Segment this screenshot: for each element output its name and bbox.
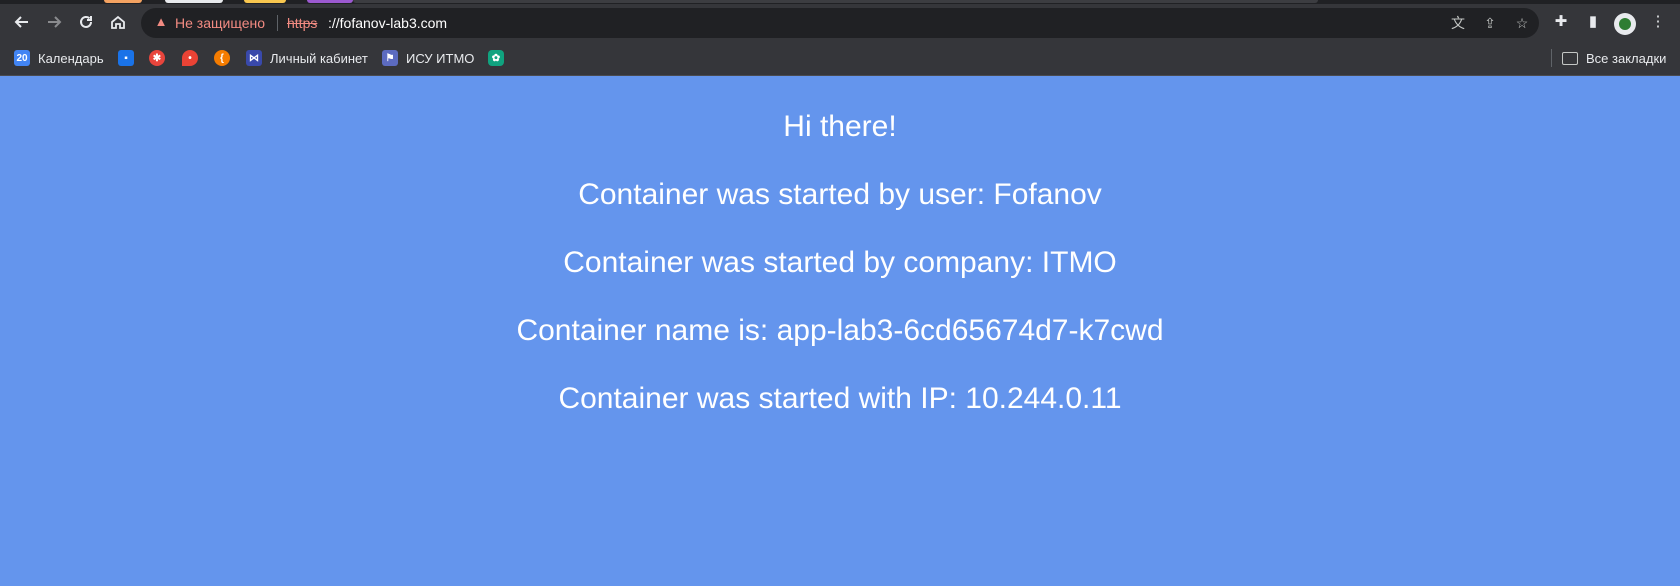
side-panel-icon[interactable]: ▮ (1583, 12, 1603, 32)
star-icon[interactable]: ☆ (1513, 14, 1531, 32)
translate-icon[interactable]: 文 (1449, 14, 1467, 32)
home-icon (111, 15, 125, 29)
container-ip-text: Container was started with IP: 10.244.0.… (558, 382, 1122, 415)
warning-icon[interactable]: ▲ (153, 14, 169, 30)
bookmark-calendar[interactable]: 20 Календарь (14, 48, 104, 68)
back-button[interactable] (10, 10, 34, 34)
bookmarks-bar: 20 Календарь ▪ ✱ • { ⋈ Личный кабинет ⚑ … (0, 40, 1680, 76)
bookmark-isu-itmo[interactable]: ⚑ ИСУ ИТМО (382, 48, 474, 68)
tab-edge-5[interactable] (353, 0, 1318, 3)
folder-icon (1562, 51, 1578, 65)
calendar-icon: 20 (14, 50, 30, 66)
tab-edge-2[interactable] (165, 0, 223, 3)
tab-edge-1[interactable] (104, 0, 142, 3)
bookmark-openai[interactable]: ✿ (488, 48, 504, 68)
reload-icon (80, 15, 92, 28)
bookmark-label: ИСУ ИТМО (406, 50, 475, 66)
tab-edge-3[interactable] (244, 0, 286, 3)
company-info-text: Container was started by company: ITMO (563, 246, 1117, 279)
share-icon[interactable]: ⇪ (1481, 14, 1499, 32)
brace-icon: { (214, 50, 230, 66)
bookmark-label: Личный кабинет (270, 50, 368, 66)
browser-chrome: ▲ Не защищено https ://fofanov-lab3.com … (0, 0, 1680, 40)
omnibox-divider (277, 15, 278, 31)
bookmark-brace[interactable]: { (214, 48, 230, 68)
bookmark-maps[interactable]: • (182, 48, 198, 68)
reload-button[interactable] (74, 10, 98, 34)
home-button[interactable] (106, 10, 130, 34)
openai-icon: ✿ (488, 50, 504, 66)
toolbar: ▲ Не защищено https ://fofanov-lab3.com … (0, 4, 1680, 40)
bookmark-label: Календарь (38, 50, 104, 66)
back-arrow-icon (14, 16, 28, 28)
menu-kebab-icon[interactable]: ⋮ (1648, 12, 1668, 32)
bookmark-chat[interactable]: ▪ (118, 48, 134, 68)
bookmark-personal-account[interactable]: ⋈ Личный кабинет (246, 48, 368, 68)
app-icon: ✱ (149, 50, 165, 66)
all-bookmarks-label: Все закладки (1586, 50, 1667, 66)
chat-icon: ▪ (118, 50, 134, 66)
profile-avatar[interactable] (1614, 13, 1636, 35)
container-name-text: Container name is: app-lab3-6cd65674d7-k… (516, 314, 1164, 347)
url-scheme[interactable]: https (287, 14, 317, 32)
page-content: Hi there! Container was started by user:… (0, 76, 1680, 586)
security-status[interactable]: Не защищено (175, 14, 265, 32)
url-text[interactable]: ://fofanov-lab3.com (328, 14, 447, 32)
avatar-image (1619, 18, 1631, 30)
maps-pin-icon: • (182, 50, 198, 66)
all-bookmarks-button[interactable]: Все закладки (1562, 48, 1666, 68)
extensions-icon[interactable]: ✚ (1551, 12, 1571, 32)
itmo-icon: ⚑ (382, 50, 398, 66)
user-info-text: Container was started by user: Fofanov (578, 178, 1102, 211)
address-bar[interactable]: ▲ Не защищено https ://fofanov-lab3.com … (141, 8, 1539, 38)
bookmark-app[interactable]: ✱ (149, 48, 165, 68)
forward-arrow-icon (48, 16, 62, 28)
greeting-text: Hi there! (783, 110, 897, 143)
tab-edge-4[interactable] (307, 0, 353, 3)
portal-icon: ⋈ (246, 50, 262, 66)
forward-button[interactable] (42, 10, 66, 34)
bookmarks-divider (1551, 49, 1552, 67)
